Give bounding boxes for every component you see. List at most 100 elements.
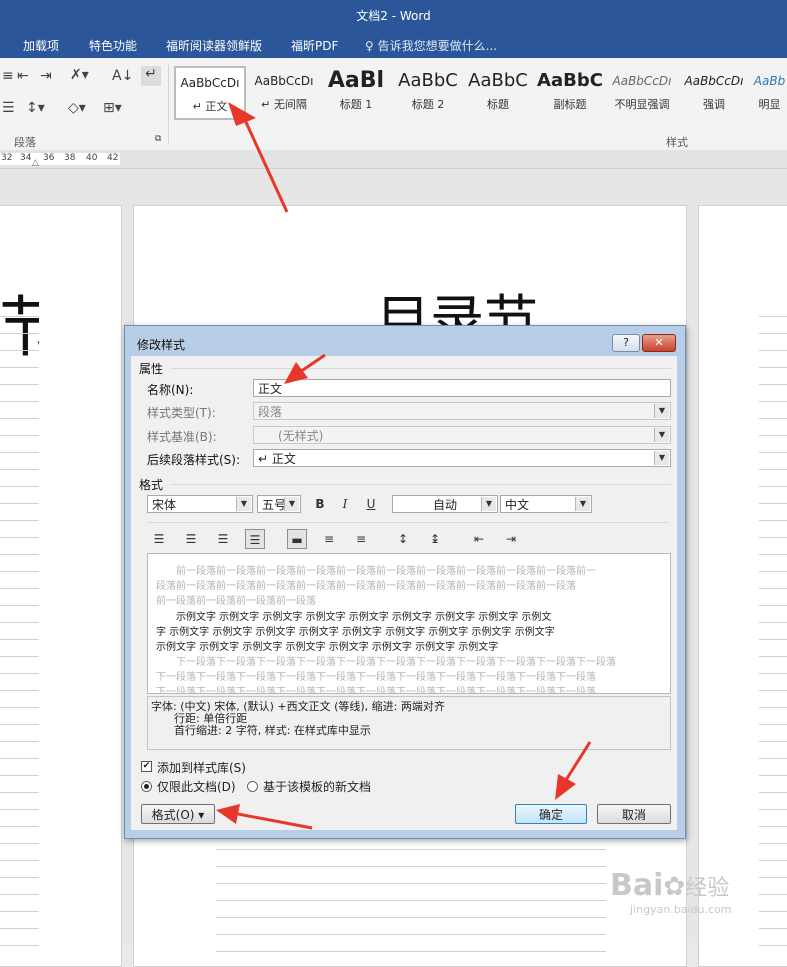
line-spacing-icon[interactable]: ↕▾ [26, 100, 45, 116]
page-rule-line [759, 452, 787, 453]
justify-icon[interactable]: ☰ [2, 100, 15, 116]
page-rule-line [0, 605, 39, 606]
style-preview: AaBbCcDı [180, 76, 240, 90]
page-rule-line [759, 826, 787, 827]
script-value: 中文 [505, 498, 530, 512]
page-rule-line [0, 673, 39, 674]
page-rule-line [0, 537, 39, 538]
bold-button[interactable]: B [310, 494, 330, 514]
preview-next-line: 下一段落下一段落下一段落下一段落下一段落下一段落下一段落下一段落下一段落下一段落… [176, 657, 616, 668]
page-rule-line [759, 554, 787, 555]
new-documents-label[interactable]: 基于该模板的新文档 [263, 778, 371, 795]
style-type-value: 段落 [258, 405, 283, 419]
new-documents-radio[interactable] [247, 781, 258, 792]
chevron-down-icon[interactable]: ▼ [575, 497, 590, 511]
style-heading-2[interactable]: AaBbC 标题 2 [392, 66, 464, 120]
ok-button[interactable]: 确定 [515, 804, 587, 824]
tab-foxit-pdf[interactable]: 福昕PDF [291, 37, 338, 54]
chinese-layout-icon[interactable]: ✗▾ [70, 67, 89, 83]
paw-icon: ✿ [663, 872, 686, 902]
decrease-paragraph-spacing-icon[interactable]: ↨ [425, 529, 445, 549]
shading-icon[interactable]: ◇▾ [68, 100, 86, 116]
horizontal-ruler[interactable]: 32 34 36 38 40 42 △ [0, 150, 787, 169]
help-button[interactable]: ? [612, 334, 640, 352]
page-rule-line [759, 928, 787, 929]
page-rule-line [0, 384, 39, 385]
page-rule-line [0, 945, 39, 946]
style-subtle-emphasis[interactable]: AaBbCcDı 不明显强调 [606, 66, 678, 120]
increase-indent-icon[interactable]: ⇥ [40, 68, 52, 84]
chevron-down-icon[interactable]: ▼ [236, 497, 251, 511]
style-no-spacing[interactable]: AaBbCcDı ↵ 无间隔 [248, 66, 320, 120]
page-right[interactable] [698, 205, 787, 967]
style-intense-emphasis[interactable]: AaBb 明显 [752, 66, 787, 120]
preview-prev-line: 段落前一段落前一段落前一段落前一段落前一段落前一段落前一段落前一段落前一段落前一… [156, 581, 576, 592]
increase-indent-icon[interactable]: ⇥ [501, 529, 521, 549]
watermark-url: jingyan.baidu.com [630, 903, 732, 916]
page-rule-line [759, 316, 787, 317]
window-title-bar: 文档2 - Word [0, 0, 787, 32]
multilevel-list-icon[interactable]: ≡ [2, 68, 14, 84]
style-name: 标题 [487, 98, 509, 111]
section-divider [171, 484, 671, 485]
add-to-gallery-checkbox[interactable]: ✔ [141, 761, 152, 772]
borders-icon[interactable]: ⊞▾ [103, 100, 122, 116]
decrease-indent-icon[interactable]: ⇤ [469, 529, 489, 549]
font-size-select[interactable]: 五号 ▼ [257, 495, 301, 513]
style-preview: AaBbCcDı [254, 74, 314, 88]
section-divider [171, 368, 671, 369]
font-select[interactable]: 宋体 ▼ [147, 495, 253, 513]
add-to-gallery-label[interactable]: 添加到样式库(S) [157, 759, 246, 776]
sort-icon[interactable]: A↓ [112, 68, 133, 84]
style-title[interactable]: AaBbC 标题 [462, 66, 534, 120]
script-select[interactable]: 中文 ▼ [500, 495, 592, 513]
page-rule-line [759, 724, 787, 725]
following-style-select[interactable]: ↵ 正文 ▼ [253, 449, 671, 467]
chevron-down-icon[interactable]: ▼ [481, 497, 496, 511]
close-button[interactable]: ✕ [642, 334, 676, 352]
name-input[interactable]: 正文 [253, 379, 671, 397]
cancel-button[interactable]: 取消 [597, 804, 671, 824]
justify-icon[interactable]: ☰ [245, 529, 265, 549]
double-spacing-icon[interactable]: ≡ [351, 529, 371, 549]
tab-addins[interactable]: 加载项 [23, 37, 59, 54]
format-section-label: 格式 [139, 478, 164, 492]
only-this-document-label[interactable]: 仅限此文档(D) [157, 778, 236, 795]
dialog-launcher-icon[interactable]: ⧉ [155, 134, 161, 144]
page-rule-line [0, 928, 39, 929]
align-right-icon[interactable]: ☰ [213, 529, 233, 549]
page-rule-line [0, 333, 39, 334]
show-marks-icon[interactable]: ↵ [141, 66, 161, 86]
dialog-title: 修改样式 [137, 338, 186, 352]
format-menu-button[interactable]: 格式(O) ▾ [141, 804, 215, 824]
only-this-document-radio[interactable] [141, 781, 152, 792]
tab-special-features[interactable]: 特色功能 [89, 37, 137, 54]
style-normal[interactable]: AaBbCcDı ↵ 正文 [174, 66, 246, 120]
chevron-down-icon[interactable]: ▼ [654, 451, 669, 465]
italic-button[interactable]: I [335, 494, 355, 514]
tab-foxit-reader[interactable]: 福昕阅读器领鲜版 [166, 37, 262, 54]
page-rule-line [0, 588, 39, 589]
single-spacing-icon[interactable]: ▬ [287, 529, 307, 549]
decrease-indent-icon[interactable]: ⇤ [17, 68, 29, 84]
page-rule-line [0, 877, 39, 878]
chevron-down-icon[interactable]: ▼ [284, 497, 299, 511]
page-rule-line [0, 775, 39, 776]
underline-button[interactable]: U [361, 494, 381, 514]
indent-marker-icon[interactable]: △ [32, 158, 39, 168]
one-half-spacing-icon[interactable]: ≡ [319, 529, 339, 549]
font-color-select[interactable]: 自动 ▼ [392, 495, 498, 513]
style-emphasis[interactable]: AaBbCcDı 强调 [678, 66, 750, 120]
style-subtitle[interactable]: AaBbC 副标题 [534, 66, 606, 120]
align-center-icon[interactable]: ☰ [181, 529, 201, 549]
tell-me-box[interactable]: ♀ 告诉我您想要做什么... [365, 37, 497, 54]
page-rule-line [759, 639, 787, 640]
page-rule-line [759, 622, 787, 623]
chevron-down-icon: ▼ [654, 404, 669, 418]
page-left[interactable]: 节 [0, 205, 122, 967]
increase-paragraph-spacing-icon[interactable]: ↕ [393, 529, 413, 549]
style-heading-1[interactable]: AaBl 标题 1 [320, 66, 392, 120]
page-rule-line [216, 883, 606, 884]
font-color-value: 自动 [432, 498, 457, 512]
align-left-icon[interactable]: ☰ [149, 529, 169, 549]
